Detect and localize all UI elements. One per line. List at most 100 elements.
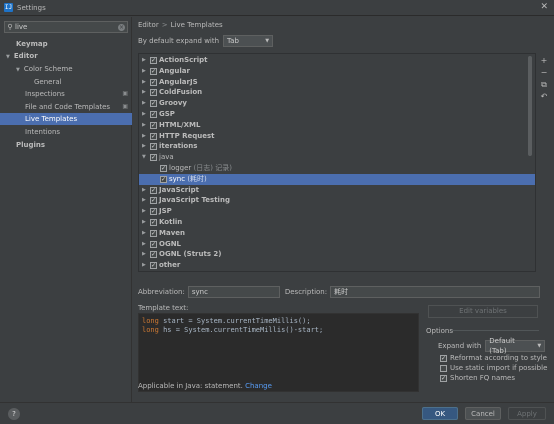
apply-button[interactable]: Apply (508, 407, 546, 420)
template-group-row[interactable]: ▶ ✓ Angular (139, 66, 535, 77)
group-checkbox[interactable]: ✓ (150, 78, 157, 86)
sidebar-item-plugins[interactable]: Plugins (0, 139, 132, 151)
collapsed-arrow-icon: ▶ (142, 67, 146, 74)
sidebar-item-label: Live Templates (25, 115, 78, 123)
shorten-fq-checkbox[interactable]: ✓ (440, 374, 447, 382)
close-icon[interactable]: ✕ (540, 2, 548, 12)
template-group-row[interactable]: ▶ ✓ OGNL (139, 239, 535, 250)
options-expand-select[interactable]: Default (Tab) ▼ (485, 337, 546, 355)
title-bar: IJ Settings ✕ (0, 0, 554, 16)
template-checkbox[interactable]: ✓ (160, 165, 167, 172)
settings-search-field[interactable]: ⚲ live × (4, 21, 128, 33)
collapsed-arrow-icon: ▶ (142, 57, 146, 63)
group-checkbox[interactable]: ✓ (150, 262, 157, 270)
sidebar-item-inspections[interactable]: Inspections ▣ (0, 88, 132, 100)
template-group-row[interactable]: ▶ ✓ OGNL (Struts 2) (139, 249, 535, 260)
remove-icon[interactable]: − (537, 67, 551, 79)
group-label: iterations (159, 142, 198, 151)
group-checkbox[interactable]: ✓ (150, 100, 157, 108)
group-label: AngularJS (159, 77, 198, 86)
template-group-row[interactable]: ▶ ✓ Kotlin (139, 217, 535, 228)
collapsed-arrow-icon: ▶ (142, 111, 146, 117)
template-group-row[interactable]: ▶ ✓ HTML/XML (139, 120, 535, 131)
chevron-down-icon: ▼ (537, 343, 542, 349)
search-input[interactable]: live (15, 23, 118, 31)
edit-variables-button[interactable]: Edit variables (428, 305, 538, 318)
templates-scrollbar[interactable] (528, 56, 532, 156)
template-group-row[interactable]: ▶ ✓ other (139, 260, 535, 271)
group-checkbox[interactable]: ✓ (150, 132, 157, 140)
shorten-fq-option[interactable]: ✓ Shorten FQ names (440, 374, 515, 382)
template-group-row[interactable]: ▶ ✓ GSP (139, 109, 535, 120)
template-group-row[interactable]: ▶ ✓ AngularJS (139, 77, 535, 88)
group-checkbox[interactable]: ✓ (150, 111, 157, 118)
sidebar-item-keymap[interactable]: Keymap (0, 38, 132, 50)
ok-button[interactable]: OK (422, 407, 458, 420)
abbreviation-label: Abbreviation: (138, 288, 185, 296)
group-checkbox[interactable]: ✓ (150, 251, 157, 259)
static-import-option[interactable]: Use static import if possible (440, 364, 547, 372)
default-expand-label: By default expand with (138, 37, 220, 45)
group-checkbox[interactable]: ✓ (150, 186, 157, 194)
template-checkbox[interactable]: ✓ (160, 175, 167, 183)
shorten-fq-label: Shorten FQ names (450, 374, 516, 382)
collapsed-arrow-icon: ▶ (142, 208, 146, 215)
template-group-row[interactable]: ▶ ✓ ColdFusion (139, 87, 535, 98)
template-group-row[interactable]: ▶ ✓ JavaScript Testing (139, 195, 535, 206)
sidebar-item-editor[interactable]: ▼ Editor (0, 50, 132, 62)
group-checkbox[interactable]: ✓ (150, 208, 157, 216)
add-icon[interactable]: + (537, 55, 551, 67)
static-import-checkbox[interactable] (440, 364, 447, 372)
sidebar-item-file-code-templates[interactable]: File and Code Templates ▣ (0, 101, 132, 113)
sidebar-item-intentions[interactable]: Intentions (0, 126, 132, 138)
template-group-row[interactable]: ▶ ✓ JSP (139, 206, 535, 217)
group-label: GSP (159, 110, 175, 118)
sidebar-item-general[interactable]: General (0, 76, 132, 88)
template-group-row[interactable]: ▶ ✓ JavaScript (139, 185, 535, 196)
group-checkbox[interactable]: ✓ (150, 240, 157, 248)
group-label: OGNL (159, 239, 182, 248)
group-checkbox[interactable]: ✓ (150, 197, 157, 205)
description-label: Description: (284, 288, 328, 296)
group-checkbox[interactable]: ✓ (150, 229, 157, 237)
collapsed-arrow-icon: ▶ (142, 121, 146, 128)
template-row[interactable]: ✓ logger (日志) 记录) (139, 163, 535, 174)
default-expand-select[interactable]: Tab ▼ (223, 35, 274, 47)
copy-icon[interactable]: ⧉ (537, 79, 551, 91)
template-group-row[interactable]: ▶ ✓ ActionScript (139, 55, 535, 66)
group-checkbox[interactable]: ✓ (150, 121, 157, 129)
template-group-row-java[interactable]: ▼ ✓ java (139, 152, 535, 163)
cancel-button[interactable]: Cancel (465, 407, 501, 420)
template-group-row[interactable]: ▶ ✓ HTTP Request (139, 131, 535, 142)
template-group-row[interactable]: ▶ ✓ iterations (139, 141, 535, 152)
description-input[interactable]: 耗时 (330, 286, 541, 298)
collapsed-arrow-icon: ▶ (142, 186, 146, 193)
restore-defaults-icon[interactable]: ↶ (537, 91, 551, 103)
template-row-selected[interactable]: ✓ sync (耗时) (139, 173, 535, 185)
clear-search-icon[interactable]: × (118, 23, 125, 31)
group-checkbox[interactable]: ✓ (150, 143, 157, 151)
group-checkbox[interactable]: ✓ (150, 219, 157, 226)
reformat-option[interactable]: ✓ Reformat according to style (440, 354, 547, 362)
group-label: JSP (159, 207, 172, 216)
breadcrumb-separator: > (161, 21, 168, 29)
group-checkbox[interactable]: ✓ (150, 67, 157, 75)
group-label: OGNL (Struts 2) (159, 250, 222, 259)
collapsed-arrow-icon: ▶ (142, 132, 146, 139)
templates-toolbar: + − ⧉ ↶ (537, 55, 551, 103)
template-group-row[interactable]: ▶ ✓ Maven (139, 228, 535, 239)
reformat-checkbox[interactable]: ✓ (440, 354, 447, 362)
help-button[interactable]: ? (8, 408, 20, 420)
change-context-link[interactable]: Change (245, 382, 272, 390)
group-checkbox[interactable]: ✓ (150, 57, 157, 64)
collapsed-arrow-icon: ▶ (142, 229, 146, 236)
template-group-row[interactable]: ▶ ✓ Groovy (139, 98, 535, 109)
template-text-editor[interactable]: long start = System.currentTimeMillis();… (138, 313, 419, 392)
group-checkbox[interactable]: ✓ (150, 154, 157, 162)
group-checkbox[interactable]: ✓ (150, 89, 157, 97)
sidebar-item-label: Editor (13, 52, 38, 60)
sidebar-item-color-scheme[interactable]: ▼ Color Scheme (0, 63, 132, 75)
sidebar-item-label: Color Scheme (23, 65, 73, 73)
abbreviation-input[interactable]: sync (187, 286, 280, 298)
sidebar-item-live-templates[interactable]: Live Templates (0, 113, 132, 125)
